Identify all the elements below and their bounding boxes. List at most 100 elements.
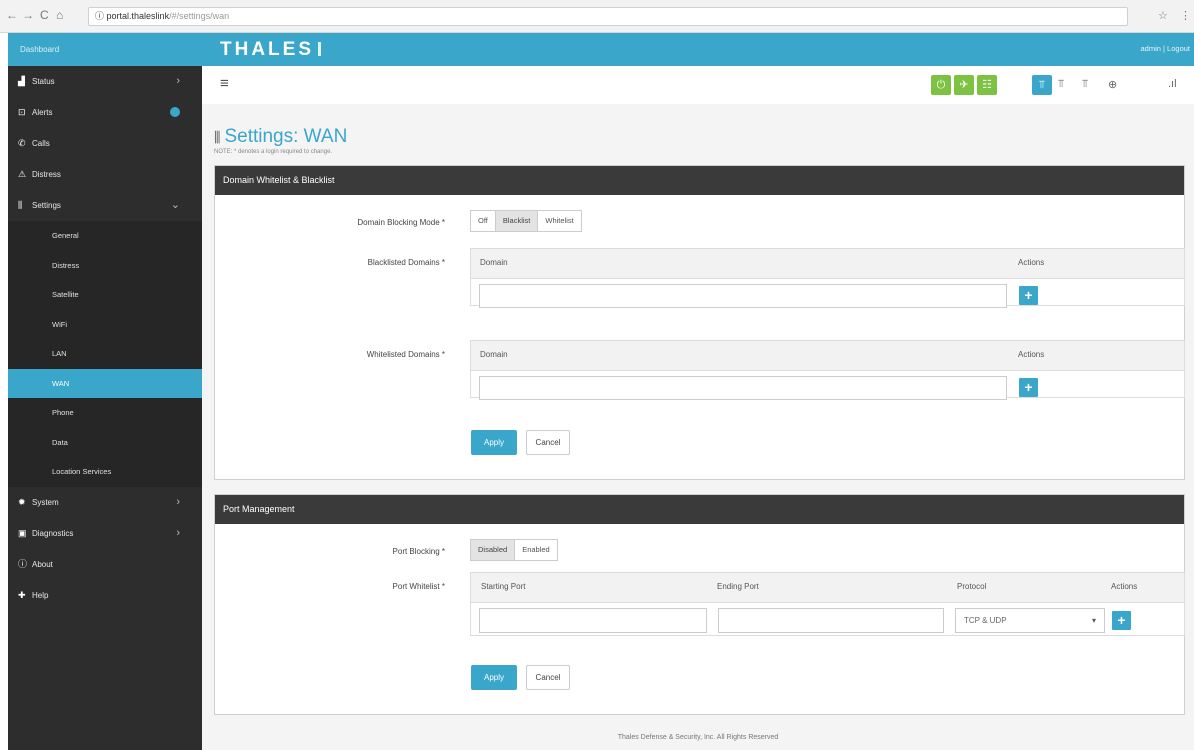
chevron-down-icon: ⌄ [170,199,180,211]
sidebar-item-label: System [32,497,59,507]
add-port-button[interactable]: + [1112,611,1131,630]
sidebar-item-label: About [32,559,53,569]
sidebar-item-label: Status [32,77,55,86]
bookmark-star-icon[interactable]: ☆ [1158,9,1168,22]
page-title-text: Settings: WAN [224,126,348,147]
browser-menu-icon[interactable]: ⋮ [1180,9,1191,22]
network-icon[interactable]: ⫪ [1032,75,1052,95]
whitelist-label: Whitelisted Domains * [366,350,445,359]
mode-off-option[interactable]: Off [471,211,496,231]
address-bar[interactable]: ⓘ portal.thaleslink/#/settings/wan [88,7,1128,26]
col-starting-port: Starting Port [481,582,526,591]
main-content: ⫼ Settings: WAN NOTE: * denotes a login r… [202,104,1194,750]
blocking-enabled-option[interactable]: Enabled [515,540,557,560]
browser-bar: ← → C ⌂ ⓘ portal.thaleslink/#/settings/w… [0,0,1194,33]
sidebar-item-alerts[interactable]: ⊡ Alerts [8,97,202,128]
sidebar-item-about[interactable]: ⓘ About [8,549,202,580]
blacklist-domain-input[interactable] [479,284,1007,308]
sidebar-sub-data[interactable]: Data [8,427,202,457]
network-icon[interactable]: ⫪ [1058,78,1064,91]
sidebar-item-label: Diagnostics [32,528,74,538]
col-actions: Actions [1018,350,1045,359]
starting-port-input[interactable] [479,608,707,633]
col-actions: Actions [1111,582,1138,591]
power-icon[interactable]: ⏻ [931,75,951,95]
sidebar-sub-general[interactable]: General [8,221,202,251]
port-cancel-button[interactable]: Cancel [526,665,570,690]
user-logout-link[interactable]: admin | Logout [1141,44,1190,53]
table-header: Starting Port Ending Port Protocol Actio… [471,573,1184,603]
network-icon[interactable]: ⫪ [1082,78,1088,91]
ending-port-input[interactable] [718,608,944,633]
port-blocking-label: Port Blocking * [392,547,445,556]
col-actions: Actions [1018,258,1045,267]
sidebar-item-label: Calls [32,139,50,148]
brand-name: THALES [220,39,314,60]
forward-icon[interactable]: → [22,8,34,22]
back-icon[interactable]: ← [6,8,18,22]
domain-mode-toggle: Off Blacklist Whitelist [470,210,582,232]
url-host: portal.thaleslink [106,11,170,21]
add-blacklist-button[interactable]: + [1019,286,1038,305]
bar-chart-icon: ▟ [18,76,25,86]
sidebar-sub-distress[interactable]: Distress [8,250,202,280]
mode-whitelist-option[interactable]: Whitelist [538,211,580,231]
phone-icon: ✆ [18,138,26,148]
sidebar-item-label: Distress [32,170,61,179]
sidebar-sub-wifi[interactable]: WiFi [8,309,202,339]
sidebar-item-status[interactable]: ▟ Status › [8,66,202,97]
domain-cancel-button[interactable]: Cancel [526,430,570,455]
header-bar: THALES admin | Logout [202,33,1194,66]
port-whitelist-label: Port Whitelist * [392,582,445,591]
reload-icon[interactable]: C [40,8,49,22]
sidebar-dashboard[interactable]: Dashboard [8,33,202,66]
col-domain: Domain [480,350,508,359]
sidebar-sub-wan[interactable]: WAN [8,368,202,398]
add-whitelist-button[interactable]: + [1019,378,1038,397]
sidebar-item-distress[interactable]: ⚠ Distress [8,159,202,190]
chevron-right-icon: › [176,75,180,87]
toolbar: ≡ ⏻ ✈ ☷ ⫪ ⫪ ⫪ ⊕ .ıl [202,66,1194,104]
domain-apply-button[interactable]: Apply [471,430,517,455]
blacklist-table: Domain Actions + [470,248,1185,308]
settings-icon: ⫼ [214,129,221,145]
help-icon: ✚ [18,589,26,600]
sidebar-item-help[interactable]: ✚ Help [8,580,202,611]
sidebar-sub-lan[interactable]: LAN [8,339,202,369]
home-icon[interactable]: ⌂ [56,8,63,22]
sidebar-item-diagnostics[interactable]: ▣ Diagnostics › [8,518,202,549]
alert-icon: ⊡ [18,107,26,117]
sidebar-item-calls[interactable]: ✆ Calls [8,128,202,159]
mode-blacklist-option[interactable]: Blacklist [495,211,539,231]
whitelist-domain-input[interactable] [479,376,1007,400]
sidebar-item-system[interactable]: ✹ System › [8,487,202,518]
protocol-select[interactable]: TCP & UDP ▾ [955,608,1105,633]
brand-logo[interactable]: THALES [220,39,321,61]
menu-toggle-icon[interactable]: ≡ [220,75,229,92]
sidebar-sub-location-services[interactable]: Location Services [8,457,202,487]
sidebar-item-label: Help [32,590,49,600]
dashboard-label: Dashboard [20,45,60,54]
port-apply-button[interactable]: Apply [471,665,517,690]
settings-icon: ⫼ [18,200,23,210]
port-blocking-toggle: Disabled Enabled [470,539,558,561]
brand-bar [318,42,321,56]
panel-heading: Port Management [215,495,1184,524]
sidebar: Dashboard ▟ Status › ⊡ Alerts ✆ Calls ⚠ Dist… [8,33,202,750]
blacklist-label: Blacklisted Domains * [367,258,445,267]
table-header: Domain Actions [471,341,1184,371]
protocol-value: TCP & UDP [964,616,1007,625]
alert-badge [170,107,180,117]
sidebar-sub-satellite[interactable]: Satellite [8,280,202,310]
table-header: Domain Actions [471,249,1184,279]
sidebar-item-settings[interactable]: ⫼ Settings ⌄ [8,190,202,221]
col-domain: Domain [480,258,508,267]
satellite-icon[interactable]: ✈ [954,75,974,95]
blocking-disabled-option[interactable]: Disabled [471,540,516,560]
site-info-icon[interactable]: ⓘ [95,11,104,21]
page-note: NOTE: * denotes a login required to chan… [214,149,333,155]
chevron-right-icon: › [176,495,180,508]
wifi-icon[interactable]: ☷ [977,75,997,95]
sidebar-sub-phone[interactable]: Phone [8,398,202,428]
globe-icon[interactable]: ⊕ [1108,78,1117,91]
